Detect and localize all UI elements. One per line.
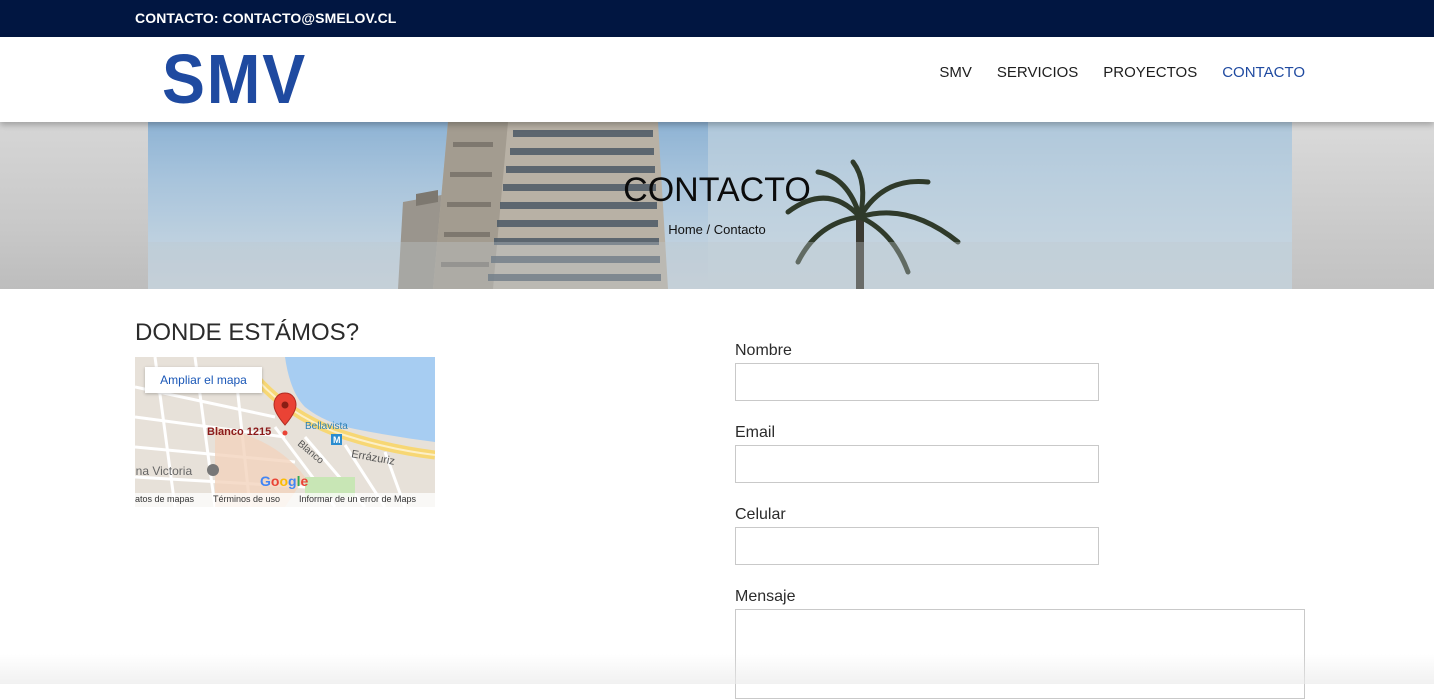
hero-title: CONTACTO: [623, 171, 811, 209]
nav-item-servicios[interactable]: SERVICIOS: [997, 64, 1078, 81]
map-label-bellavista: Bellavista: [305, 421, 348, 432]
map-footer-data-link[interactable]: atos de mapas: [135, 494, 194, 504]
nav-item-smv[interactable]: SMV: [939, 64, 972, 81]
message-field[interactable]: [735, 609, 1305, 699]
nav-item-contacto[interactable]: CONTACTO: [1222, 64, 1305, 81]
top-contact-text: CONTACTO: CONTACTO@SMELOV.CL: [135, 10, 397, 26]
map-enlarge-button[interactable]: Ampliar el mapa: [145, 367, 262, 393]
breadcrumb-current: Contacto: [713, 222, 766, 237]
map-footer-terms-link[interactable]: Términos de uso: [213, 494, 280, 504]
phone-field[interactable]: [735, 527, 1099, 565]
main-nav: SMV SERVICIOS PROYECTOS CONTACTO: [939, 64, 1305, 81]
name-label: Nombre: [735, 342, 792, 359]
site-logo[interactable]: SMV: [162, 44, 307, 114]
email-field[interactable]: [735, 445, 1099, 483]
map-footer: atos de mapas Términos de uso Informar d…: [135, 493, 435, 507]
google-logo: Google: [260, 473, 309, 489]
location-title: DONDE ESTÁMOS?: [135, 319, 360, 346]
site-header: SMV SMV SERVICIOS PROYECTOS CONTACTO: [0, 37, 1434, 122]
name-field[interactable]: [735, 363, 1099, 401]
map-footer-report-link[interactable]: Informar de un error de Maps: [299, 494, 416, 504]
map-label-victoria: ina Victoria: [135, 464, 193, 478]
hero-banner: CONTACTO Home / Contacto: [0, 122, 1434, 289]
breadcrumb-home-link[interactable]: Home: [668, 222, 703, 237]
map-place-label: Blanco 1215: [207, 426, 272, 438]
email-label: Email: [735, 424, 776, 441]
breadcrumb: Home / Contacto: [0, 222, 1434, 237]
phone-label: Celular: [735, 506, 786, 523]
nav-item-proyectos[interactable]: PROYECTOS: [1103, 64, 1197, 81]
breadcrumb-separator: /: [702, 222, 714, 237]
message-label: Mensaje: [735, 588, 796, 605]
top-contact-bar: CONTACTO: CONTACTO@SMELOV.CL: [0, 0, 1434, 37]
embedded-map[interactable]: M Ampliar el mapa Blanco 1215 Bellavista…: [135, 357, 435, 507]
svg-text:M: M: [333, 435, 341, 445]
